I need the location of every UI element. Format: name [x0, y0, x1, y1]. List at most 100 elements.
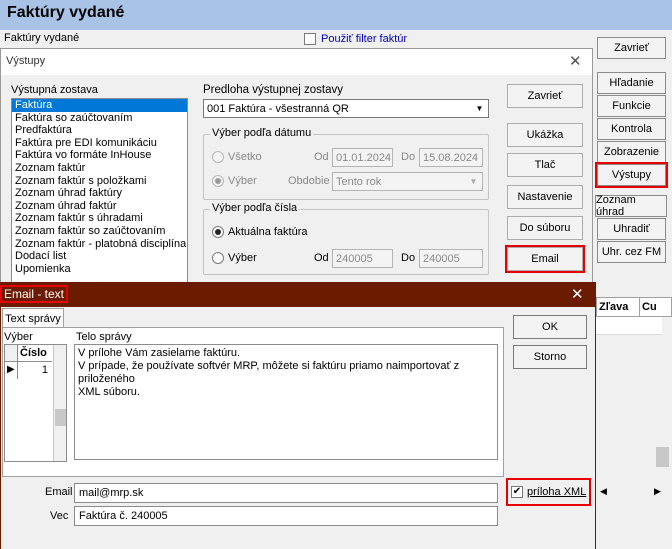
- chevron-down-icon[interactable]: ▼: [472, 101, 487, 116]
- email-field[interactable]: mail@mrp.sk: [74, 483, 498, 503]
- filter-checkbox-box[interactable]: [304, 33, 316, 45]
- settings-button[interactable]: Nastavenie: [507, 185, 583, 209]
- date-to-field[interactable]: 15.08.2024: [419, 148, 483, 167]
- message-body-line: XML súboru.: [78, 386, 140, 398]
- template-select[interactable]: 001 Faktúra - všestranná QR ▼: [203, 99, 489, 118]
- print-button[interactable]: Tlač: [507, 153, 583, 177]
- scroll-right-arrow-icon[interactable]: ▶: [654, 486, 661, 497]
- date-filter-group: Výber podľa dátumu Všetko Od 01.01.2024 …: [203, 127, 489, 200]
- message-body[interactable]: V prílohe Vám zasielame faktúru. V prípa…: [74, 344, 498, 460]
- main-close-button[interactable]: Zavrieť: [597, 37, 666, 59]
- subject-label: Vec: [50, 510, 69, 522]
- grid-scrollbar[interactable]: [53, 345, 66, 461]
- functions-button[interactable]: Funkcie: [597, 95, 666, 117]
- list-item[interactable]: Faktúra so zaúčtovaním: [12, 112, 187, 125]
- filter-checkbox[interactable]: Použiť filter faktúr: [304, 33, 407, 45]
- date-from-field[interactable]: 01.01.2024: [332, 148, 393, 167]
- tab-message-text[interactable]: Text správy: [2, 308, 64, 328]
- control-button[interactable]: Kontrola: [597, 118, 666, 140]
- period-select[interactable]: Tento rok ▼: [332, 172, 483, 191]
- form-subtitle: Faktúry vydané: [4, 32, 80, 44]
- list-item[interactable]: Predfaktúra: [12, 124, 187, 137]
- column-header-discount[interactable]: Zľava: [599, 301, 628, 313]
- list-item[interactable]: Faktúra: [12, 99, 187, 112]
- outputs-dialog-titlebar: Výstupy ✕: [1, 49, 592, 75]
- selection-grid[interactable]: Číslo ▶ 1: [4, 344, 67, 462]
- subject-field[interactable]: Faktúra č. 240005: [74, 506, 498, 526]
- list-item[interactable]: Faktúra pre EDI komunikáciu: [12, 137, 187, 150]
- period-select-value: Tento rok: [336, 175, 382, 188]
- template-select-value: 001 Faktúra - všestranná QR: [207, 102, 349, 115]
- number-from-label: Od: [314, 252, 329, 264]
- close-icon[interactable]: ✕: [571, 285, 584, 303]
- email-button[interactable]: Email: [505, 245, 585, 273]
- number-filter-group: Výber podľa čísla Aktuálna faktúra Výber…: [203, 202, 489, 275]
- date-all-radio[interactable]: Všetko: [212, 151, 262, 163]
- list-item[interactable]: Zoznam faktúr s položkami: [12, 175, 187, 188]
- to-file-button[interactable]: Do súboru: [507, 216, 583, 240]
- radio-icon[interactable]: [212, 252, 224, 264]
- display-button[interactable]: Zobrazenie: [597, 141, 666, 163]
- template-label: Predloha výstupnej zostavy: [203, 84, 343, 96]
- check-icon[interactable]: ✔: [511, 486, 523, 498]
- close-icon[interactable]: ✕: [569, 52, 582, 70]
- preview-button[interactable]: Ukážka: [507, 123, 583, 147]
- selection-label: Výber: [4, 331, 33, 343]
- date-all-label: Všetko: [228, 151, 262, 163]
- attach-xml-label: príloha XML: [527, 486, 587, 498]
- attach-xml-checkbox[interactable]: ✔ príloha XML: [506, 478, 591, 506]
- scroll-left-arrow-icon[interactable]: ◀: [600, 486, 607, 497]
- message-body-line: V prípade, že používate softvér MRP, môž…: [78, 360, 460, 385]
- grid-cell-number[interactable]: 1: [18, 362, 52, 379]
- background-grid: Zľava Cu ◀ ▶: [596, 297, 672, 549]
- outputs-dialog: Výstupy ✕ Výstupná zostava Faktúra Faktúr…: [0, 48, 593, 285]
- list-item[interactable]: Faktúra vo formáte InHouse: [12, 149, 187, 162]
- list-item[interactable]: Zoznam faktúr so zaúčtovaním: [12, 225, 187, 238]
- email-dialog-titlebar: Email - text ✕: [0, 282, 595, 307]
- list-item[interactable]: Dodací list: [12, 250, 187, 263]
- body-label: Telo správy: [76, 331, 132, 343]
- list-item[interactable]: Upomienka: [12, 263, 187, 276]
- vertical-scroll-thumb[interactable]: [656, 447, 669, 467]
- payment-list-button[interactable]: Zoznam úhrad: [595, 194, 667, 218]
- email-dialog: Email - text ✕ Text správy Výber Telo sp…: [0, 282, 596, 549]
- filter-checkbox-label: Použiť filter faktúr: [321, 33, 408, 45]
- email-dialog-title: Email - text: [0, 285, 69, 303]
- grid-header-number[interactable]: Číslo: [18, 345, 52, 362]
- number-selection-label: Výber: [228, 252, 257, 264]
- number-from-field[interactable]: 240005: [332, 249, 393, 268]
- report-list[interactable]: Faktúra Faktúra so zaúčtovaním Predfaktúra…: [11, 98, 188, 285]
- pay-fm-button[interactable]: Uhr. cez FM: [597, 241, 666, 263]
- cancel-button[interactable]: Storno: [513, 345, 587, 369]
- date-to-label: Do: [401, 151, 416, 163]
- radio-selected-icon[interactable]: [212, 175, 224, 187]
- period-label: Obdobie: [288, 175, 330, 187]
- number-to-field[interactable]: 240005: [419, 249, 483, 268]
- outputs-close-button[interactable]: Zavrieť: [507, 84, 583, 108]
- list-item[interactable]: Zoznam faktúr - platobná disciplína: [12, 238, 187, 251]
- grid-corner: [5, 345, 18, 362]
- list-item[interactable]: Zoznam faktúr s úhradami: [12, 212, 187, 225]
- radio-icon[interactable]: [212, 151, 224, 163]
- outputs-button[interactable]: Výstupy: [595, 162, 668, 188]
- row-pointer-icon: ▶: [5, 362, 18, 379]
- number-to-label: Do: [401, 252, 416, 264]
- grid-scroll-thumb[interactable]: [55, 409, 66, 426]
- background-grid-header: Zľava Cu: [596, 297, 672, 317]
- date-filter-title: Výber podľa dátumu: [210, 127, 314, 139]
- pay-button[interactable]: Uhradiť: [597, 218, 666, 240]
- column-divider: [639, 298, 640, 316]
- number-selection-radio[interactable]: Výber: [212, 252, 257, 264]
- list-item[interactable]: Zoznam faktúr: [12, 162, 187, 175]
- current-invoice-radio[interactable]: Aktuálna faktúra: [212, 226, 308, 238]
- list-item[interactable]: Zoznam úhrad faktúr: [12, 200, 187, 213]
- number-filter-title: Výber podľa čísla: [210, 202, 300, 214]
- list-item[interactable]: Zoznam úhrad faktúry: [12, 187, 187, 200]
- column-header-cu[interactable]: Cu: [642, 301, 657, 313]
- chevron-down-icon[interactable]: ▼: [466, 174, 481, 189]
- ok-button[interactable]: OK: [513, 315, 587, 339]
- date-selection-label: Výber: [228, 175, 257, 187]
- radio-selected-icon[interactable]: [212, 226, 224, 238]
- date-selection-radio[interactable]: Výber: [212, 175, 257, 187]
- search-button[interactable]: Hľadanie: [597, 72, 666, 94]
